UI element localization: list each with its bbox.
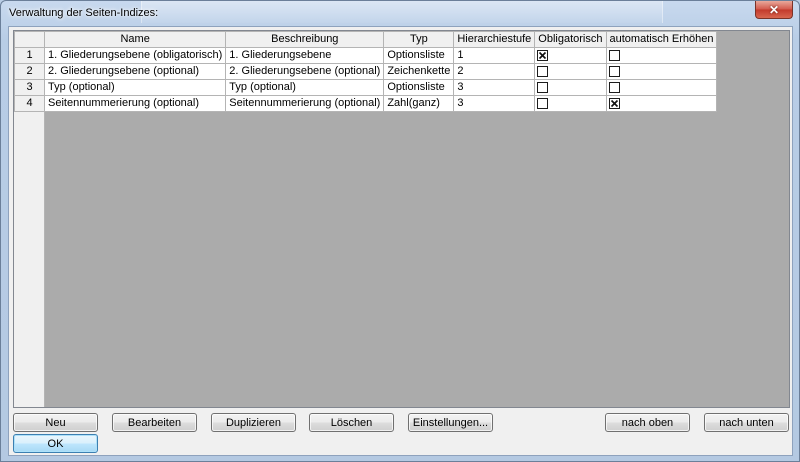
cell-beschreibung[interactable]: Typ (optional) bbox=[225, 79, 385, 96]
checkbox-unchecked-icon[interactable] bbox=[537, 81, 549, 93]
cell-hierarchiestufe[interactable]: 3 bbox=[453, 79, 536, 96]
loeschen-button[interactable]: Löschen bbox=[309, 413, 394, 432]
title-bar[interactable]: Verwaltung der Seiten-Indizes: ✕ bbox=[1, 1, 799, 25]
table-row[interactable]: 1 1. Gliederungsebene (obligatorisch) 1. G… bbox=[14, 47, 718, 64]
indices-table: Name Beschreibung Typ Hierarchiestufe Ob… bbox=[14, 31, 718, 112]
checkbox-unchecked-icon[interactable] bbox=[608, 49, 620, 61]
cell-name[interactable]: 1. Gliederungsebene (obligatorisch) bbox=[43, 47, 227, 64]
cell-hierarchiestufe[interactable]: 3 bbox=[453, 95, 536, 112]
background-window-ghost bbox=[141, 1, 663, 23]
ok-button[interactable]: OK bbox=[13, 434, 98, 453]
checkbox-checked-icon[interactable] bbox=[537, 49, 549, 61]
cell-typ[interactable]: Zahl(ganz) bbox=[383, 95, 455, 112]
checkbox-unchecked-icon[interactable] bbox=[537, 65, 549, 77]
cell-beschreibung[interactable]: 1. Gliederungsebene bbox=[225, 47, 385, 64]
cell-beschreibung[interactable]: 2. Gliederungsebene (optional) bbox=[225, 63, 385, 80]
cell-typ[interactable]: Zeichenkette bbox=[383, 63, 455, 80]
cell-obligatorisch bbox=[534, 63, 607, 80]
cell-obligatorisch bbox=[534, 47, 607, 64]
nach-oben-button[interactable]: nach oben bbox=[605, 413, 690, 432]
nach-unten-button[interactable]: nach unten bbox=[704, 413, 789, 432]
table-header-row: Name Beschreibung Typ Hierarchiestufe Ob… bbox=[14, 31, 718, 48]
neu-button[interactable]: Neu bbox=[13, 413, 98, 432]
cell-name[interactable]: Seitennummerierung (optional) bbox=[43, 95, 227, 112]
column-header-beschreibung[interactable]: Beschreibung bbox=[225, 31, 385, 48]
window-title: Verwaltung der Seiten-Indizes: bbox=[9, 7, 159, 19]
cell-hierarchiestufe[interactable]: 1 bbox=[453, 47, 536, 64]
row-number[interactable]: 4 bbox=[14, 95, 45, 112]
row-number[interactable]: 3 bbox=[14, 79, 45, 96]
cell-name[interactable]: Typ (optional) bbox=[43, 79, 227, 96]
cell-automatisch-erhoehen bbox=[605, 63, 718, 80]
row-number[interactable]: 1 bbox=[14, 47, 45, 64]
table-row[interactable]: 2 2. Gliederungsebene (optional) 2. Gliede… bbox=[14, 63, 718, 80]
cell-automatisch-erhoehen bbox=[605, 47, 718, 64]
duplizieren-button[interactable]: Duplizieren bbox=[211, 413, 296, 432]
table-row[interactable]: 3 Typ (optional) Typ (optional) Optionslist… bbox=[14, 79, 718, 96]
dialog-window: Verwaltung der Seiten-Indizes: ✕ Name Be… bbox=[0, 0, 800, 462]
column-header-hierarchiestufe[interactable]: Hierarchiestufe bbox=[453, 31, 536, 48]
cell-typ[interactable]: Optionsliste bbox=[383, 79, 455, 96]
column-header-automatisch-erhoehen[interactable]: automatisch Erhöhen bbox=[605, 31, 718, 48]
cell-automatisch-erhoehen bbox=[605, 95, 718, 112]
corner-header bbox=[14, 31, 45, 48]
checkbox-unchecked-icon[interactable] bbox=[608, 81, 620, 93]
column-header-typ[interactable]: Typ bbox=[383, 31, 455, 48]
column-header-name[interactable]: Name bbox=[43, 31, 227, 48]
cell-beschreibung[interactable]: Seitennummerierung (optional) bbox=[225, 95, 385, 112]
cell-obligatorisch bbox=[534, 95, 607, 112]
checkbox-unchecked-icon[interactable] bbox=[537, 97, 549, 109]
cell-name[interactable]: 2. Gliederungsebene (optional) bbox=[43, 63, 227, 80]
cell-typ[interactable]: Optionsliste bbox=[383, 47, 455, 64]
row-number[interactable]: 2 bbox=[14, 63, 45, 80]
dialog-client-area: Name Beschreibung Typ Hierarchiestufe Ob… bbox=[8, 26, 793, 456]
checkbox-unchecked-icon[interactable] bbox=[608, 65, 620, 77]
bearbeiten-button[interactable]: Bearbeiten bbox=[112, 413, 197, 432]
close-icon: ✕ bbox=[768, 2, 780, 17]
cell-obligatorisch bbox=[534, 79, 607, 96]
close-button[interactable]: ✕ bbox=[755, 1, 793, 19]
cell-automatisch-erhoehen bbox=[605, 79, 718, 96]
indices-grid[interactable]: Name Beschreibung Typ Hierarchiestufe Ob… bbox=[13, 30, 790, 408]
einstellungen-button[interactable]: Einstellungen... bbox=[408, 413, 493, 432]
checkbox-checked-icon[interactable] bbox=[608, 97, 620, 109]
table-row[interactable]: 4 Seitennummerierung (optional) Seitennumm… bbox=[14, 95, 718, 112]
cell-hierarchiestufe[interactable]: 2 bbox=[453, 63, 536, 80]
column-header-obligatorisch[interactable]: Obligatorisch bbox=[534, 31, 607, 48]
